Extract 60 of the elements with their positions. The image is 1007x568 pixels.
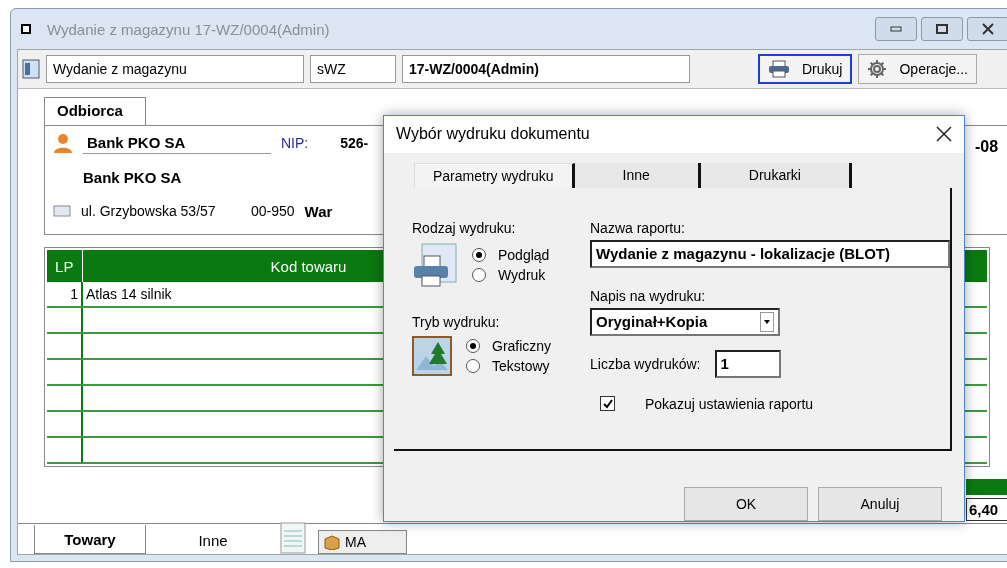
close-button[interactable] [967, 17, 1007, 41]
caption-dropdown[interactable]: Oryginał+Kopia [590, 307, 780, 336]
checkbox[interactable] [600, 396, 615, 412]
recipient-tab[interactable]: Odbiorca [44, 97, 146, 125]
dialog-tab[interactable]: Inne [574, 162, 701, 188]
recipient-combo[interactable]: Bank PKO SA [83, 132, 271, 154]
warehouse-button[interactable]: MA [318, 530, 407, 554]
table-cell: 1 [47, 282, 82, 307]
minimize-icon [890, 26, 902, 32]
window-icon [21, 24, 31, 34]
city-text: War [304, 202, 333, 220]
dialog-tab[interactable]: Drukarki [700, 162, 852, 188]
address-card-icon [53, 205, 71, 217]
radio-label[interactable]: Graficzny [492, 337, 552, 354]
dialog-button[interactable]: Anuluj [818, 487, 942, 521]
series-field[interactable]: sWZ [310, 55, 396, 83]
column-header[interactable]: LP [47, 250, 82, 282]
maximize-icon [936, 24, 948, 34]
field-label: Liczba wydruków: [590, 355, 701, 372]
nip-label: NIP: [281, 135, 309, 151]
bottom-tab[interactable]: Towary [34, 525, 146, 554]
date-value: -08 [975, 138, 999, 156]
maximize-button[interactable] [921, 17, 963, 41]
group-label: Rodzaj wydruku: [412, 219, 517, 236]
nip-value: 526- [340, 135, 369, 151]
printer-icon [768, 60, 790, 78]
copies-field[interactable]: 1 [714, 349, 781, 378]
radio-label[interactable]: Tekstowy [492, 357, 550, 374]
street-text: ul. Grzybowska 53/57 [81, 203, 217, 219]
print-button[interactable]: Drukuj [758, 54, 853, 84]
gear-icon [867, 59, 888, 79]
person-icon [53, 133, 73, 153]
summary-bar [966, 479, 1007, 495]
report-name-field[interactable]: Wydanie z magazynu - lokalizacje (BLOT) [590, 239, 950, 268]
dialog-button[interactable]: OK [684, 487, 808, 521]
box-icon [323, 534, 341, 550]
picture-icon [412, 335, 452, 376]
radio-button[interactable] [472, 247, 486, 262]
radio-button[interactable] [466, 338, 480, 353]
checkbox-label[interactable]: Pokazuj ustawienia raportu [645, 395, 814, 412]
field-label: Napis na wydruku: [590, 287, 707, 304]
close-icon [982, 23, 994, 35]
recipient-name: Bank PKO SA [83, 168, 182, 186]
document-number-field[interactable]: 17-WZ/0004(Admin) [402, 55, 690, 83]
window-title: Wydanie z magazynu 17-WZ/0004(Admin) [47, 20, 331, 38]
document-type-field[interactable]: Wydanie z magazynu [46, 55, 304, 83]
postal-code: 00-950 [251, 203, 295, 219]
printer-icon [412, 241, 458, 288]
dialog-title: Wybór wydruku dokumentu [396, 125, 590, 144]
bottom-tab[interactable]: Inne [158, 526, 268, 554]
document-icon [22, 59, 40, 79]
total-value: 6,40 [966, 498, 1007, 521]
group-label: Tryb wydruku: [412, 313, 501, 330]
radio-button[interactable] [472, 267, 486, 282]
dialog-tab[interactable]: Parametry wydruku [414, 162, 575, 188]
radio-button[interactable] [466, 358, 480, 373]
operations-button[interactable]: Operacje... [858, 54, 977, 84]
field-label: Nazwa raportu: [590, 219, 686, 236]
close-icon[interactable] [936, 126, 952, 143]
caret-icon [764, 319, 770, 324]
